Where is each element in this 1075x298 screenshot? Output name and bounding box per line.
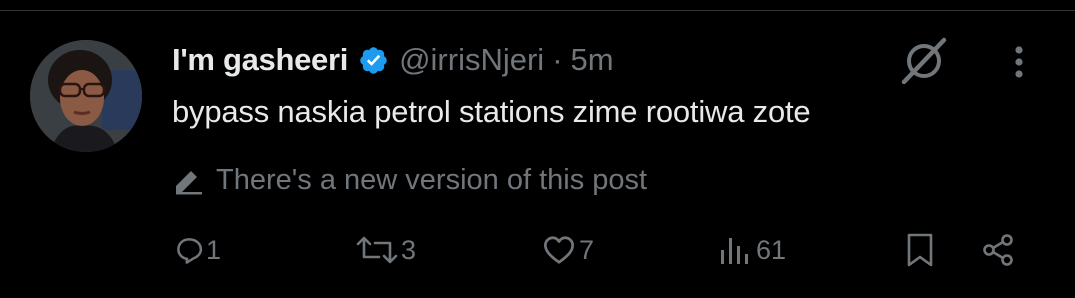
edit-notice-text[interactable]: There's a new version of this post bbox=[216, 164, 647, 197]
post-time[interactable]: 5m bbox=[571, 42, 614, 78]
verified-badge-icon[interactable] bbox=[358, 45, 389, 76]
retweet-icon bbox=[356, 236, 398, 264]
views-count: 61 bbox=[756, 234, 787, 265]
views-button[interactable]: 61 bbox=[718, 228, 786, 272]
reply-count: 1 bbox=[206, 234, 222, 265]
pencil-icon bbox=[176, 171, 202, 195]
grok-icon[interactable] bbox=[898, 36, 950, 84]
separator-dot: · bbox=[552, 42, 563, 77]
bookmark-icon bbox=[907, 233, 933, 267]
retweet-button[interactable]: 3 bbox=[355, 228, 416, 272]
share-icon bbox=[983, 234, 1013, 266]
reply-icon bbox=[177, 238, 203, 264]
bookmark-button[interactable] bbox=[904, 228, 936, 272]
tweet-text: bypass naskia petrol stations zime rooti… bbox=[172, 94, 811, 129]
tweet-card[interactable]: I'm gasheeri @irrisNjeri · 5m bypass nas… bbox=[0, 0, 1075, 298]
avatar[interactable] bbox=[30, 40, 142, 152]
like-count: 7 bbox=[579, 234, 595, 265]
edit-notice[interactable]: There's a new version of this post bbox=[172, 160, 647, 200]
heart-icon bbox=[544, 236, 574, 264]
share-button[interactable] bbox=[980, 228, 1016, 272]
reply-button[interactable]: 1 bbox=[174, 228, 221, 272]
retweet-count: 3 bbox=[401, 234, 417, 265]
like-button[interactable]: 7 bbox=[541, 228, 594, 272]
user-handle[interactable]: @irrisNjeri bbox=[399, 42, 544, 78]
divider bbox=[0, 10, 1075, 11]
avatar-image bbox=[30, 40, 142, 152]
more-options-icon[interactable] bbox=[1007, 42, 1031, 82]
views-bar-icon bbox=[721, 238, 748, 264]
tweet-header: I'm gasheeri @irrisNjeri · 5m bbox=[172, 40, 614, 80]
display-name[interactable]: I'm gasheeri bbox=[172, 42, 348, 78]
